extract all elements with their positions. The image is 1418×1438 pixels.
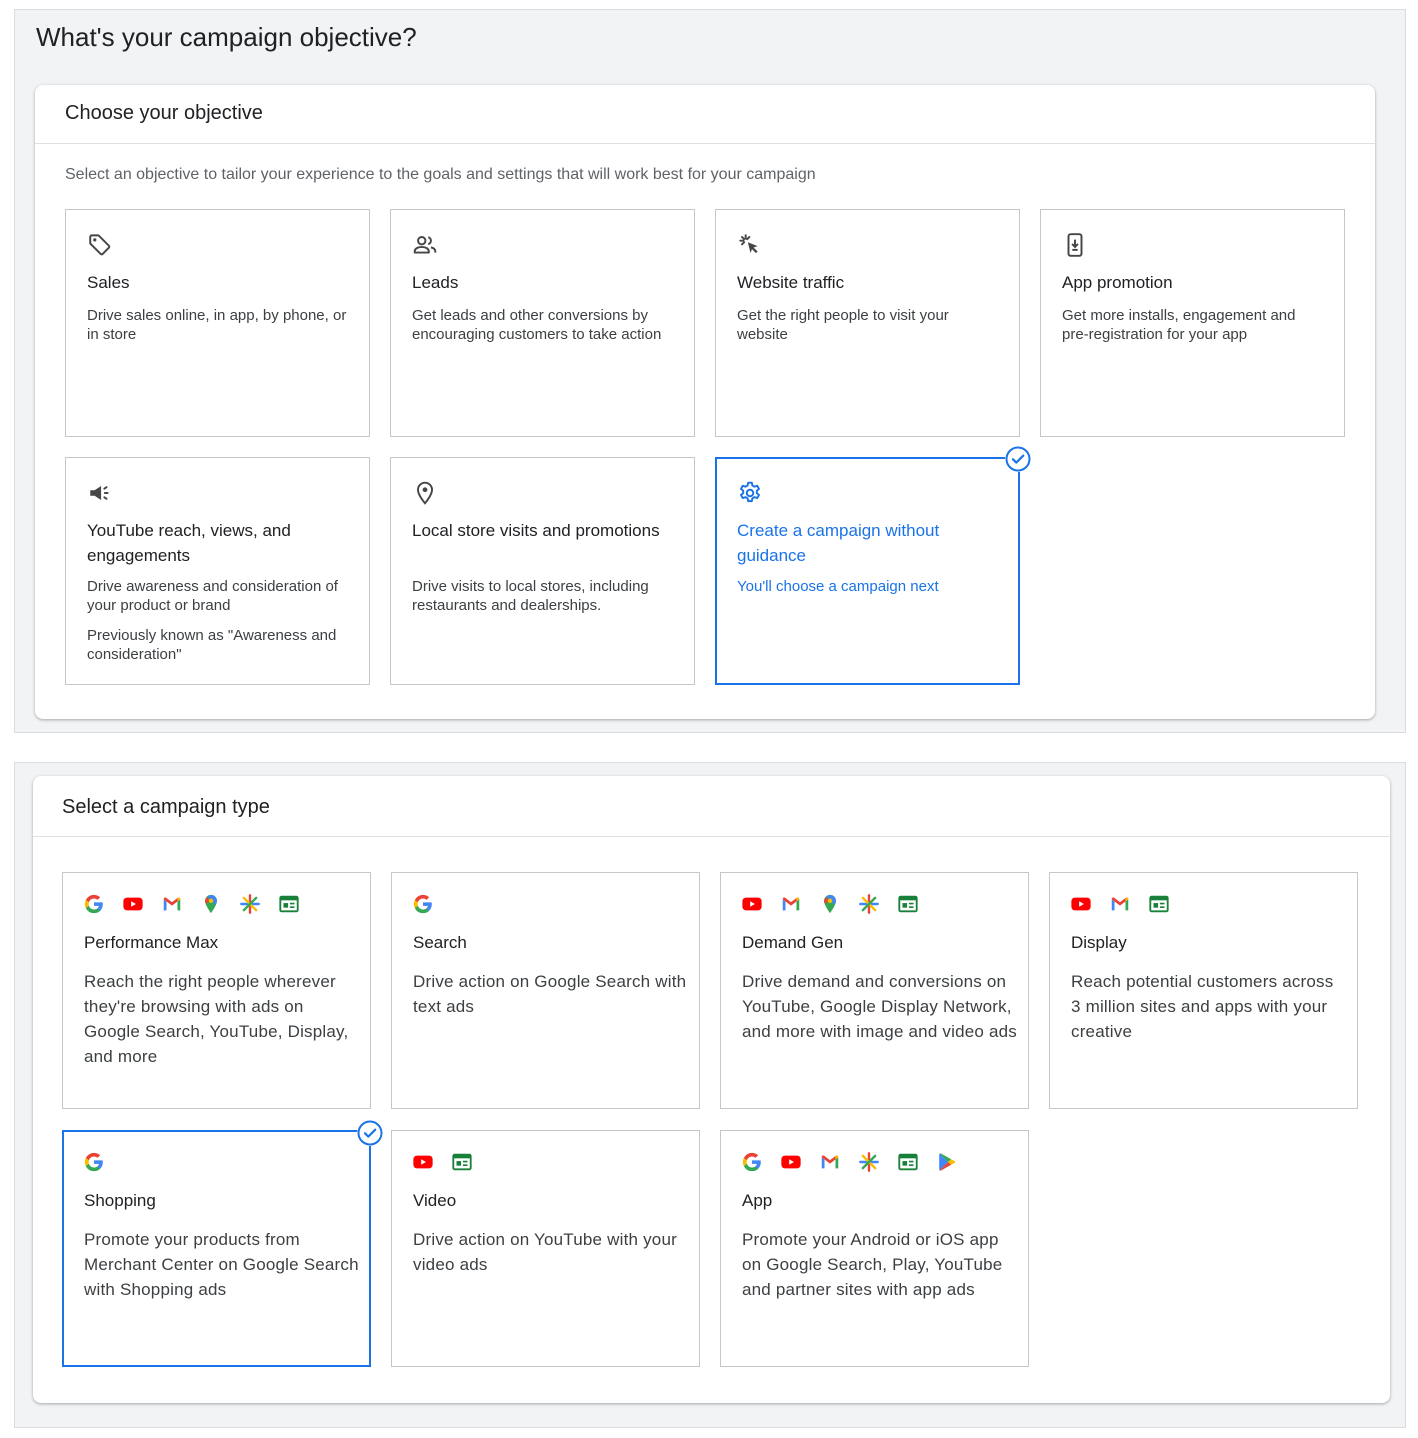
- objective-local-store-visits-title: Local store visits and promotions: [412, 521, 660, 540]
- objective-app-promotion-title: App promotion: [1062, 273, 1173, 292]
- campaign-type-display-description: Reach potential customers across 3 milli…: [1071, 972, 1334, 1041]
- campaign-type-shopping-title: Shopping: [84, 1191, 156, 1210]
- product-icons: [83, 893, 300, 915]
- objective-sales[interactable]: Sales Drive sales online, in app, by pho…: [65, 209, 370, 437]
- gmail-icon: [819, 1151, 841, 1173]
- campaign-type-display[interactable]: Display Reach potential customers across…: [1049, 872, 1358, 1109]
- objective-local-store-visits-description: Drive visits to local stores, including …: [412, 578, 649, 614]
- product-icons: [1070, 893, 1170, 915]
- display-icon: [278, 893, 300, 915]
- google-icon: [412, 893, 434, 915]
- objective-youtube-reach[interactable]: YouTube reach, views, and engagements Dr…: [65, 457, 370, 685]
- objective-app-promotion[interactable]: App promotion Get more installs, engagem…: [1040, 209, 1345, 437]
- campaign-type-performance-max-description: Reach the right people wherever they're …: [84, 972, 349, 1066]
- google-icon: [83, 893, 105, 915]
- gmail-icon: [1109, 893, 1131, 915]
- objective-youtube-reach-description: Drive awareness and consideration of you…: [87, 578, 338, 614]
- objective-app-promotion-description: Get more installs, engagement and pre-re…: [1062, 307, 1296, 343]
- objective-section: What's your campaign objective? Choose y…: [14, 9, 1406, 733]
- campaign-type-card: Select a campaign type Performance Max R…: [33, 776, 1390, 1403]
- objective-no-guidance-description: You'll choose a campaign next: [737, 578, 939, 595]
- product-icons: [412, 893, 434, 915]
- campaign-type-performance-max[interactable]: Performance Max Reach the right people w…: [62, 872, 371, 1109]
- tag-icon: [87, 232, 113, 258]
- page-title: What's your campaign objective?: [36, 22, 417, 52]
- google-icon: [83, 1151, 105, 1173]
- selected-check-icon: [1005, 446, 1031, 472]
- objective-youtube-reach-title: YouTube reach, views, and engagements: [87, 521, 291, 565]
- google-icon: [741, 1151, 763, 1173]
- campaign-type-video[interactable]: Video Drive action on YouTube with your …: [391, 1130, 700, 1367]
- campaign-type-demand-gen[interactable]: Demand Gen Drive demand and conversions …: [720, 872, 1029, 1109]
- objective-website-traffic-title: Website traffic: [737, 273, 845, 292]
- gear-icon: [737, 480, 763, 506]
- objective-card-title: Choose your objective: [65, 102, 263, 124]
- product-icons: [741, 893, 919, 915]
- product-icons: [83, 1151, 105, 1173]
- youtube-icon: [1070, 893, 1092, 915]
- product-icons: [741, 1151, 958, 1173]
- location-pin-icon: [412, 480, 438, 506]
- objective-no-guidance-title: Create a campaign without guidance: [737, 521, 940, 565]
- campaign-type-video-title: Video: [413, 1191, 457, 1210]
- campaign-type-display-title: Display: [1071, 933, 1127, 952]
- campaign-type-card-header: Select a campaign type: [33, 776, 1390, 837]
- product-icons: [412, 1151, 473, 1173]
- gmail-icon: [161, 893, 183, 915]
- objective-sales-title: Sales: [87, 273, 130, 292]
- campaign-type-shopping-description: Promote your products from Merchant Cent…: [84, 1230, 359, 1299]
- campaign-type-shopping[interactable]: Shopping Promote your products from Merc…: [62, 1130, 371, 1367]
- objective-card-header: Choose your objective: [35, 85, 1375, 144]
- objective-sales-description: Drive sales online, in app, by phone, or…: [87, 307, 347, 343]
- campaign-type-section: Select a campaign type Performance Max R…: [14, 762, 1406, 1428]
- objective-no-guidance[interactable]: Create a campaign without guidance You'l…: [715, 457, 1020, 685]
- objective-youtube-reach-note: Previously known as "Awareness and consi…: [87, 627, 337, 663]
- display-icon: [897, 893, 919, 915]
- campaign-type-video-description: Drive action on YouTube with your video …: [413, 1230, 677, 1274]
- campaign-type-card-title: Select a campaign type: [62, 796, 270, 818]
- objective-card: Choose your objective Select an objectiv…: [35, 85, 1375, 719]
- objective-website-traffic[interactable]: Website traffic Get the right people to …: [715, 209, 1020, 437]
- google-play-icon: [936, 1151, 958, 1173]
- youtube-icon: [412, 1151, 434, 1173]
- objective-leads[interactable]: Leads Get leads and other conversions by…: [390, 209, 695, 437]
- display-icon: [897, 1151, 919, 1173]
- campaign-type-app-description: Promote your Android or iOS app on Googl…: [742, 1230, 1003, 1299]
- youtube-icon: [741, 893, 763, 915]
- phone-download-icon: [1062, 232, 1088, 258]
- campaign-type-demand-gen-description: Drive demand and conversions on YouTube,…: [742, 972, 1017, 1041]
- people-icon: [412, 232, 438, 258]
- campaign-type-performance-max-title: Performance Max: [84, 933, 219, 952]
- cursor-click-icon: [737, 232, 763, 258]
- discover-icon: [239, 893, 261, 915]
- display-icon: [451, 1151, 473, 1173]
- youtube-icon: [780, 1151, 802, 1173]
- objective-card-subtitle: Select an objective to tailor your exper…: [65, 166, 816, 183]
- discover-icon: [858, 1151, 880, 1173]
- display-icon: [1148, 893, 1170, 915]
- objective-local-store-visits[interactable]: Local store visits and promotions Drive …: [390, 457, 695, 685]
- campaign-type-app[interactable]: App Promote your Android or iOS app on G…: [720, 1130, 1029, 1367]
- objective-leads-title: Leads: [412, 273, 459, 292]
- megaphone-icon: [87, 480, 113, 506]
- campaign-type-search-description: Drive action on Google Search with text …: [413, 972, 687, 1016]
- campaign-type-search[interactable]: Search Drive action on Google Search wit…: [391, 872, 700, 1109]
- campaign-type-search-title: Search: [413, 933, 467, 952]
- campaign-type-demand-gen-title: Demand Gen: [742, 933, 844, 952]
- objective-website-traffic-description: Get the right people to visit your websi…: [737, 307, 949, 343]
- discover-icon: [858, 893, 880, 915]
- gmail-icon: [780, 893, 802, 915]
- youtube-icon: [122, 893, 144, 915]
- campaign-type-app-title: App: [742, 1191, 773, 1210]
- maps-icon: [200, 893, 222, 915]
- objective-leads-description: Get leads and other conversions by encou…: [412, 307, 662, 343]
- selected-check-icon: [357, 1120, 383, 1146]
- maps-icon: [819, 893, 841, 915]
